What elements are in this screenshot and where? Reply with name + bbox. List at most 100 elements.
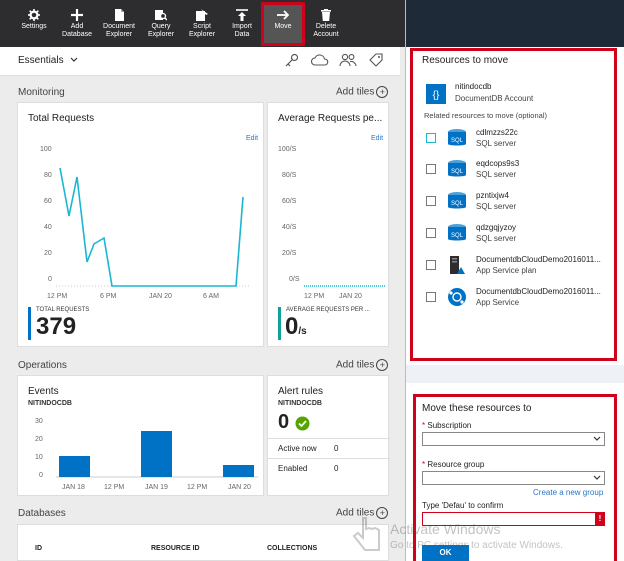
essentials-label: Essentials [18, 55, 64, 66]
metric-number: 0 [285, 313, 299, 340]
events-bar [141, 431, 172, 477]
move-title: Move these resources to [422, 403, 532, 414]
create-group-link[interactable]: Create a new group [533, 488, 603, 497]
document-explorer-button[interactable]: Document Explorer [100, 0, 138, 47]
column-header: COLLECTIONS [267, 545, 318, 552]
y-tick: 100 [40, 146, 52, 153]
y-tick: 10 [35, 454, 43, 461]
x-tick: JAN 19 [145, 484, 168, 491]
y-tick: 80 [44, 172, 52, 179]
resource-row[interactable]: SQL eqdcops9s3 SQL server [426, 158, 616, 184]
error-icon: ! [595, 512, 605, 526]
resource-row[interactable]: SQL cdlmzzs22c SQL server [426, 127, 616, 153]
resource-type: SQL server [476, 234, 517, 243]
x-tick: 6 PM [100, 293, 117, 300]
resource-row[interactable]: SQL pzntixjw4 SQL server [426, 190, 616, 216]
alert-row-label: Enabled [278, 464, 308, 473]
x-tick: 6 AM [203, 293, 219, 300]
tile-title: Alert rules [278, 386, 324, 397]
column-header: RESOURCE ID [151, 545, 200, 552]
y-tick: 20 [35, 436, 43, 443]
resource-type: App Service [476, 298, 520, 307]
y-tick: 30 [35, 418, 43, 425]
y-tick: 80/S [282, 172, 297, 179]
total-requests-tile[interactable]: Total Requests Edit 100 80 60 40 20 0 12… [17, 102, 264, 347]
resource-checkbox[interactable] [426, 292, 436, 302]
document-explorer-label: Document Explorer [103, 23, 135, 38]
y-tick: 20/S [282, 250, 297, 257]
subscription-dropdown[interactable] [422, 432, 605, 446]
divider [268, 458, 390, 459]
x-tick: JAN 20 [149, 293, 172, 300]
alert-row-label: Active now [278, 444, 317, 453]
resource-type: App Service plan [476, 266, 537, 275]
average-requests-tile[interactable]: Average Requests pe... Edit 100/S 80/S 6… [267, 102, 389, 347]
resource-group-dropdown[interactable] [422, 471, 605, 485]
svg-text:SQL: SQL [451, 169, 464, 175]
y-tick: 0 [39, 472, 43, 479]
move-label: Move [274, 23, 292, 30]
y-tick: 40 [44, 224, 52, 231]
script-explorer-label: Script Explorer [188, 23, 216, 38]
add-database-label: Add Database [62, 23, 92, 38]
key-icon[interactable] [285, 53, 299, 67]
resource-name: cdlmzzs22c [476, 128, 518, 137]
resource-row[interactable]: DocumentdbCloudDemo2016011... App Servic… [426, 286, 616, 312]
essentials-toggle[interactable]: Essentials [18, 55, 78, 66]
y-tick: 100/S [278, 146, 297, 153]
edit-link[interactable]: Edit [371, 135, 383, 142]
command-bar: Settings Add Database Document Explorer … [0, 0, 406, 47]
tag-icon[interactable] [369, 53, 383, 67]
column-header: ID [35, 545, 42, 552]
x-tick: 12 PM [187, 484, 208, 491]
check-circle-icon [295, 416, 310, 431]
edit-link[interactable]: Edit [246, 135, 258, 142]
x-tick: JAN 18 [62, 484, 85, 491]
import-data-button[interactable]: Import Data [226, 0, 258, 47]
resource-checkbox[interactable] [426, 133, 436, 143]
move-button[interactable]: Move [265, 0, 301, 47]
monitoring-add-tiles[interactable]: Add tiles + [336, 86, 389, 98]
trash-icon [321, 9, 331, 21]
resource-checkbox[interactable] [426, 196, 436, 206]
sql-server-icon: SQL [448, 192, 466, 209]
metric-unit: /s [298, 326, 307, 337]
account-name: nitindocdb [455, 82, 492, 91]
chevron-down-icon [593, 475, 601, 480]
tile-title: Total Requests [28, 113, 95, 124]
y-tick: 0/S [289, 276, 300, 283]
cloud-icon[interactable] [311, 54, 329, 66]
tile-title: Events [28, 386, 59, 397]
sql-server-icon: SQL [448, 129, 466, 146]
delete-account-button[interactable]: Delete Account [308, 0, 344, 47]
resource-checkbox[interactable] [426, 228, 436, 238]
resource-row[interactable]: DocumentdbCloudDemo2016011... App Servic… [426, 254, 616, 280]
confirm-label: Type 'Defau' to confirm [422, 501, 504, 510]
resource-name: qdzgqjyzoy [476, 223, 517, 232]
resource-checkbox[interactable] [426, 164, 436, 174]
settings-button[interactable]: Settings [17, 0, 51, 47]
alert-rules-tile[interactable]: Alert rules NITINDOCDB 0 Active now 0 En… [267, 375, 390, 496]
resource-row[interactable]: SQL qdzgqjyzoy SQL server [426, 222, 616, 248]
x-tick: 12 PM [47, 293, 68, 300]
x-tick: 12 PM [104, 484, 125, 491]
add-database-button[interactable]: Add Database [60, 0, 94, 47]
y-tick: 0 [48, 276, 52, 283]
events-chart [56, 431, 258, 478]
script-explorer-button[interactable]: Script Explorer [185, 0, 219, 47]
resource-checkbox[interactable] [426, 260, 436, 270]
essentials-bar: Essentials [0, 47, 400, 76]
svg-text:SQL: SQL [451, 201, 464, 207]
delete-account-label: Delete Account [313, 23, 339, 38]
resource-name: eqdcops9s3 [476, 159, 520, 168]
resource-type: SQL server [476, 170, 517, 179]
events-tile[interactable]: Events NITINDOCDB 30 20 10 0 JAN 18 12 P… [17, 375, 264, 496]
query-icon [155, 10, 167, 21]
documentdb-icon: {} [426, 84, 446, 104]
resource-group-label: * Resource group [422, 460, 485, 469]
query-explorer-button[interactable]: Query Explorer [144, 0, 178, 47]
operations-add-tiles[interactable]: Add tiles + [336, 359, 389, 371]
users-icon[interactable] [339, 53, 357, 67]
watermark-title: Activate Windows [390, 521, 501, 537]
tile-title: Average Requests pe... [278, 113, 383, 124]
